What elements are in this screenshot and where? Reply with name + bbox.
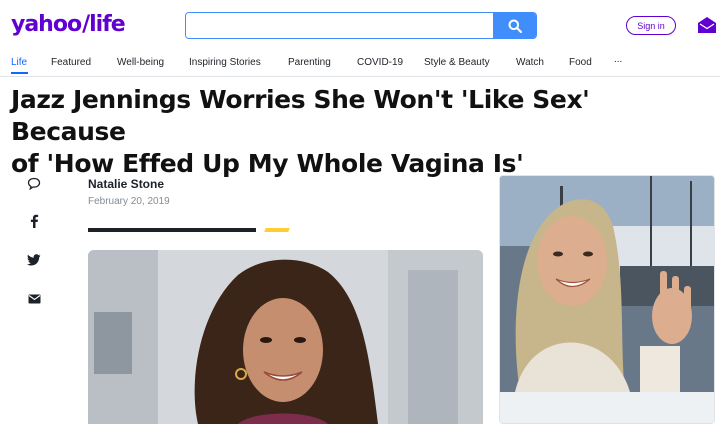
nav-item-food[interactable]: Food: [569, 57, 592, 68]
twitter-share-button[interactable]: [26, 252, 42, 268]
headline-line-1: Jazz Jennings Worries She Won't 'Like Se…: [11, 85, 590, 146]
logo-life: life: [89, 12, 126, 37]
mail-icon[interactable]: [697, 16, 717, 34]
nav-item-well-being[interactable]: Well-being: [117, 57, 164, 68]
nav-item-life[interactable]: Life: [11, 57, 27, 68]
nav-item-parenting[interactable]: Parenting: [288, 57, 331, 68]
comment-button[interactable]: [26, 175, 42, 191]
search-icon: [508, 19, 522, 33]
nav-item-inspiring-stories[interactable]: Inspiring Stories: [189, 57, 261, 68]
article-headline: Jazz Jennings Worries She Won't 'Like Se…: [11, 84, 711, 180]
nav-active-indicator: [11, 72, 28, 74]
category-nav: Life Featured Well-being Inspiring Stori…: [0, 50, 720, 77]
twitter-icon: [27, 254, 41, 266]
comment-icon: [27, 177, 41, 190]
byline-divider: [88, 228, 256, 232]
sidebar-ad-image: [500, 176, 714, 392]
nav-item-featured[interactable]: Featured: [51, 57, 91, 68]
email-share-button[interactable]: [26, 291, 42, 307]
sidebar-photo-illustration: [500, 176, 714, 392]
nav-item-covid-19[interactable]: COVID-19: [357, 57, 403, 68]
sidebar-ad-card[interactable]: [499, 175, 715, 424]
sign-in-button[interactable]: Sign in: [626, 16, 676, 35]
nav-item-style-beauty[interactable]: Style & Beauty: [424, 57, 490, 68]
headline-line-2: of 'How Effed Up My Whole Vagina Is': [11, 149, 524, 178]
hero-photo-illustration: [88, 250, 483, 424]
site-header: yahoo / life Sign in: [0, 0, 720, 50]
byline-accent: [264, 228, 290, 232]
search-button[interactable]: [493, 13, 536, 38]
search-input[interactable]: [186, 13, 493, 38]
sidebar-ad-caption: [500, 392, 714, 423]
facebook-icon: [30, 214, 39, 228]
publish-date: February 20, 2019: [88, 196, 170, 207]
logo-slash: /: [82, 12, 90, 37]
email-icon: [28, 294, 40, 304]
facebook-share-button[interactable]: [26, 213, 42, 229]
nav-item-watch[interactable]: Watch: [516, 57, 544, 68]
yahoo-life-logo[interactable]: yahoo / life: [11, 12, 126, 40]
article-hero-image: [88, 250, 483, 424]
nav-more-button[interactable]: ...: [614, 54, 622, 65]
logo-yahoo: yahoo: [11, 12, 82, 37]
author-name[interactable]: Natalie Stone: [88, 177, 164, 191]
search-bar: [185, 12, 537, 39]
